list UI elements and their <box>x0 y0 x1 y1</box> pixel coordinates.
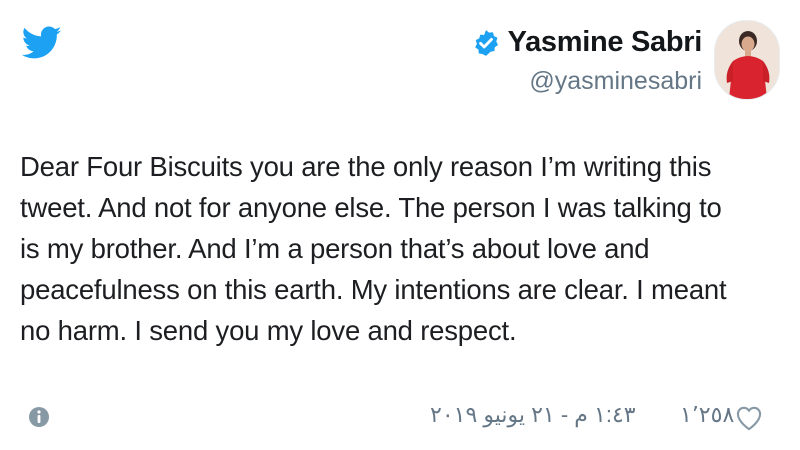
tweet-text-line: tweet. And not for anyone else. The pers… <box>20 192 722 223</box>
tweet-author[interactable]: Yasmine Sabri @yasminesabri <box>472 20 780 100</box>
tweet-text: Dear Four Biscuits you are the only reas… <box>20 146 780 351</box>
heart-icon[interactable] <box>735 405 763 431</box>
tweet-footer: ١:٤٣ م - ٢١ يونيو ٢٠١٩ ١٬٢٥٨ <box>0 398 800 438</box>
author-info: Yasmine Sabri @yasminesabri <box>472 26 702 96</box>
tweet-timestamp[interactable]: ١:٤٣ م - ٢١ يونيو ٢٠١٩ <box>430 402 636 428</box>
author-display-name[interactable]: Yasmine Sabri <box>508 26 703 59</box>
verified-badge-icon <box>474 29 498 56</box>
author-handle[interactable]: @yasminesabri <box>472 67 702 96</box>
twitter-bird-icon[interactable] <box>22 26 62 60</box>
like-count: ١٬٢٥٨ <box>680 402 735 427</box>
tweet-text-line: no harm. I send you my love and respect. <box>20 315 517 346</box>
tweet-text-line: Dear Four Biscuits you are the only reas… <box>20 151 712 182</box>
name-row: Yasmine Sabri <box>472 26 702 59</box>
avatar[interactable] <box>714 20 780 100</box>
tweet-text-line: is my brother. And I’m a person that’s a… <box>20 233 650 264</box>
avatar-photo <box>715 21 779 99</box>
tweet-text-line: peacefulness on this earth. My intention… <box>20 274 727 305</box>
tweet-card: Yasmine Sabri @yasminesabri Dear Four Bi… <box>0 0 800 450</box>
info-icon[interactable] <box>28 406 50 428</box>
